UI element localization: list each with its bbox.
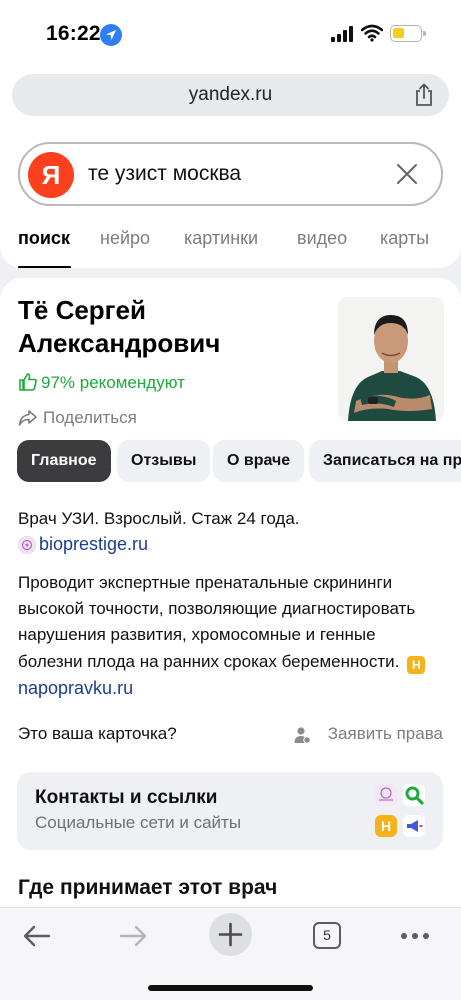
wifi-icon: [361, 24, 383, 42]
site-favicon-icon: [18, 536, 36, 554]
megaphone-icon: [403, 815, 425, 837]
contacts-card[interactable]: Контакты и ссылки Социальные сети и сайт…: [17, 772, 443, 850]
claim-question: Это ваша карточка?: [18, 724, 177, 743]
tab-images[interactable]: картинки: [184, 228, 258, 249]
chip-book[interactable]: Записаться на при: [309, 440, 461, 482]
contacts-title: Контакты и ссылки: [35, 787, 218, 808]
doctor-name: Тё Сергей Александрович: [18, 295, 221, 358]
doctor-chips: Главное Отзывы О враче Записаться на при: [17, 440, 461, 482]
close-icon[interactable]: [395, 162, 419, 186]
location-arrow-icon: [100, 24, 122, 46]
chip-about[interactable]: О враче: [213, 440, 305, 482]
doctor-info: Врач УЗИ. Взрослый. Стаж 24 года.: [18, 509, 300, 528]
search-query[interactable]: те узист москва: [88, 162, 241, 186]
plus-icon: [218, 922, 243, 947]
share-icon[interactable]: [413, 83, 435, 107]
description-text: Проводит экспертные пренатальные скринин…: [18, 573, 416, 671]
contacts-subtitle: Социальные сети и сайты: [35, 813, 242, 832]
tab-video[interactable]: видео: [297, 228, 347, 249]
chip-main[interactable]: Главное: [17, 440, 111, 482]
doctor-card: Тё Сергей Александрович 97% рекомендуют …: [0, 278, 461, 918]
back-arrow-icon[interactable]: [22, 924, 52, 948]
address-bar[interactable]: yandex.ru: [12, 74, 449, 116]
browser-toolbar: yandex.ru: [0, 66, 461, 128]
tabs-count-button[interactable]: 5: [313, 922, 341, 949]
battery-icon: [390, 25, 426, 42]
thumbs-up-icon: [19, 373, 37, 391]
user-verify-icon: [294, 727, 311, 744]
more-dots-icon[interactable]: [400, 932, 430, 940]
claim-row: Это ваша карточка? Заявить права: [18, 724, 443, 746]
new-tab-button[interactable]: [209, 913, 252, 956]
status-time: 16:22: [46, 22, 101, 45]
browser-bottom-bar: 5: [0, 907, 461, 1000]
chip-reviews[interactable]: Отзывы: [117, 440, 211, 482]
address-url[interactable]: yandex.ru: [12, 84, 449, 106]
search-icon: [403, 784, 425, 806]
doctor-description: Проводит экспертные пренатальные скринин…: [18, 570, 438, 702]
napopravku-badge-icon: Н: [375, 815, 397, 837]
share-label[interactable]: Поделиться: [43, 408, 137, 428]
search-input[interactable]: Я те узист москва: [18, 142, 443, 206]
tab-maps[interactable]: карты: [380, 228, 429, 249]
status-bar: 16:22: [0, 0, 461, 66]
tab-search[interactable]: поиск: [18, 228, 70, 249]
recommend-rating: 97% рекомендуют: [41, 373, 185, 392]
source-link[interactable]: napopravku.ru: [18, 678, 133, 698]
share-arrow-icon: [18, 410, 37, 426]
site-link[interactable]: bioprestige.ru: [39, 534, 148, 555]
yandex-logo-icon[interactable]: Я: [28, 152, 74, 198]
napopravku-icon: Н: [407, 655, 426, 674]
search-header: Я те узист москва поиск нейро картинки в…: [0, 128, 461, 268]
doctor-photo[interactable]: [338, 297, 444, 421]
clinic-logo-icon: [375, 784, 397, 806]
home-indicator: [148, 985, 313, 991]
search-tabs: поиск нейро картинки видео карты: [18, 228, 461, 268]
active-tab-indicator: [18, 266, 71, 268]
cellular-signal-icon: [331, 26, 353, 42]
forward-arrow-icon[interactable]: [118, 924, 148, 948]
tab-neuro[interactable]: нейро: [100, 228, 150, 249]
claim-rights-link[interactable]: Заявить права: [328, 724, 443, 744]
section-title-where: Где принимает этот врач: [18, 876, 278, 899]
